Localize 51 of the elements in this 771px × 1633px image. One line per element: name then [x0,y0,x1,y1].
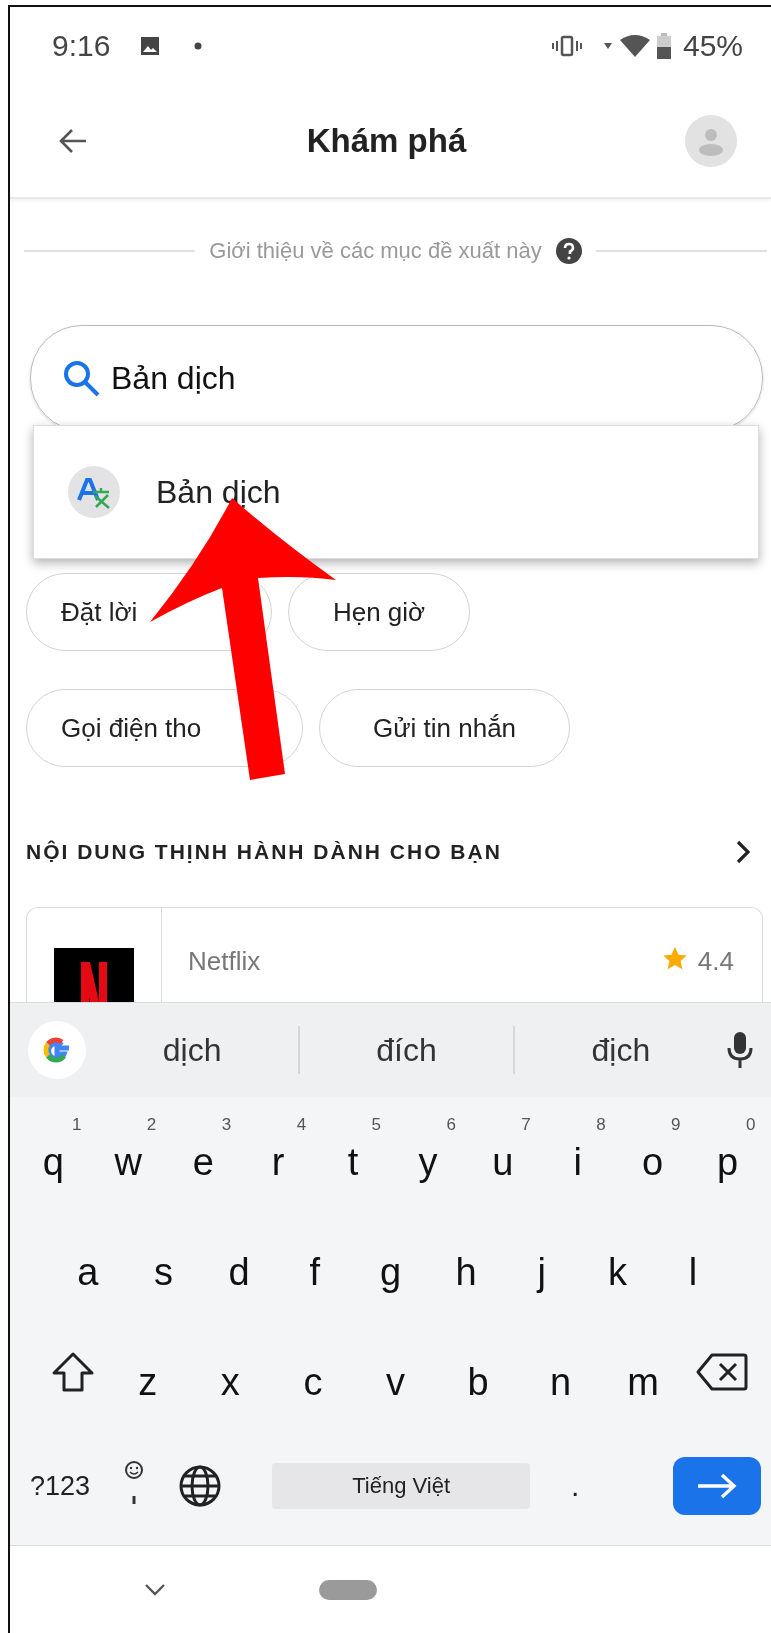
signal-arrow-icon [602,42,613,50]
symbols-key[interactable]: ?123 [30,1470,91,1502]
key[interactable]: l [663,1224,724,1300]
key[interactable]: j [511,1224,572,1300]
key[interactable]: n [530,1334,591,1410]
key[interactable]: h [436,1224,497,1300]
key[interactable]: g [360,1224,421,1300]
page-title: Khám phá [306,122,467,160]
globe-icon[interactable] [178,1464,223,1508]
chevron-right-icon[interactable] [735,839,751,865]
arrow-right-icon [696,1472,738,1500]
search-icon [61,358,101,398]
microphone-icon[interactable] [727,1030,753,1070]
key[interactable]: a [57,1224,118,1300]
chevron-down-icon[interactable] [144,1582,166,1597]
dot-icon [194,42,203,50]
vibrate-icon [550,34,583,58]
shift-icon[interactable] [51,1351,96,1393]
google-icon[interactable] [28,1021,86,1079]
star-icon [661,946,688,972]
key[interactable]: x [200,1334,261,1410]
wifi-icon [618,34,651,58]
suggestion-item[interactable]: Bản dịch [156,473,281,511]
space-bar[interactable]: Tiếng Việt [272,1463,531,1509]
suggestion-chip[interactable]: Gửi tin nhắn [319,689,570,767]
key[interactable]: d [209,1224,270,1300]
key[interactable]: m [613,1334,674,1410]
enter-button[interactable] [673,1457,761,1515]
key[interactable]: k [587,1224,648,1300]
key[interactable]: v [365,1334,426,1410]
status-time: 9:16 [52,29,111,63]
app-name: Netflix [188,946,261,977]
suggestion-chip[interactable]: Hẹn giờ [288,573,470,651]
period-key[interactable]: . [550,1468,601,1504]
key[interactable]: f [284,1224,345,1300]
translate-icon [68,466,120,518]
back-icon[interactable] [58,128,88,154]
word-suggestion[interactable]: địch [514,1030,727,1070]
word-suggestion[interactable]: đích [300,1030,513,1070]
backspace-icon[interactable] [695,1352,748,1392]
section-heading: NỘI DUNG THỊNH HÀNH DÀNH CHO BẠN [26,840,502,864]
battery-icon [656,33,671,59]
key[interactable]: b [448,1334,508,1410]
word-suggestion[interactable]: dịch [86,1030,299,1070]
key[interactable]: s [133,1224,194,1300]
app-rating: 4.4 [697,946,734,977]
key[interactable]: z [117,1334,178,1410]
home-pill[interactable] [318,1579,377,1600]
help-icon[interactable] [555,238,582,264]
key[interactable]: c [282,1334,343,1410]
battery-percent: 45% [682,29,743,63]
